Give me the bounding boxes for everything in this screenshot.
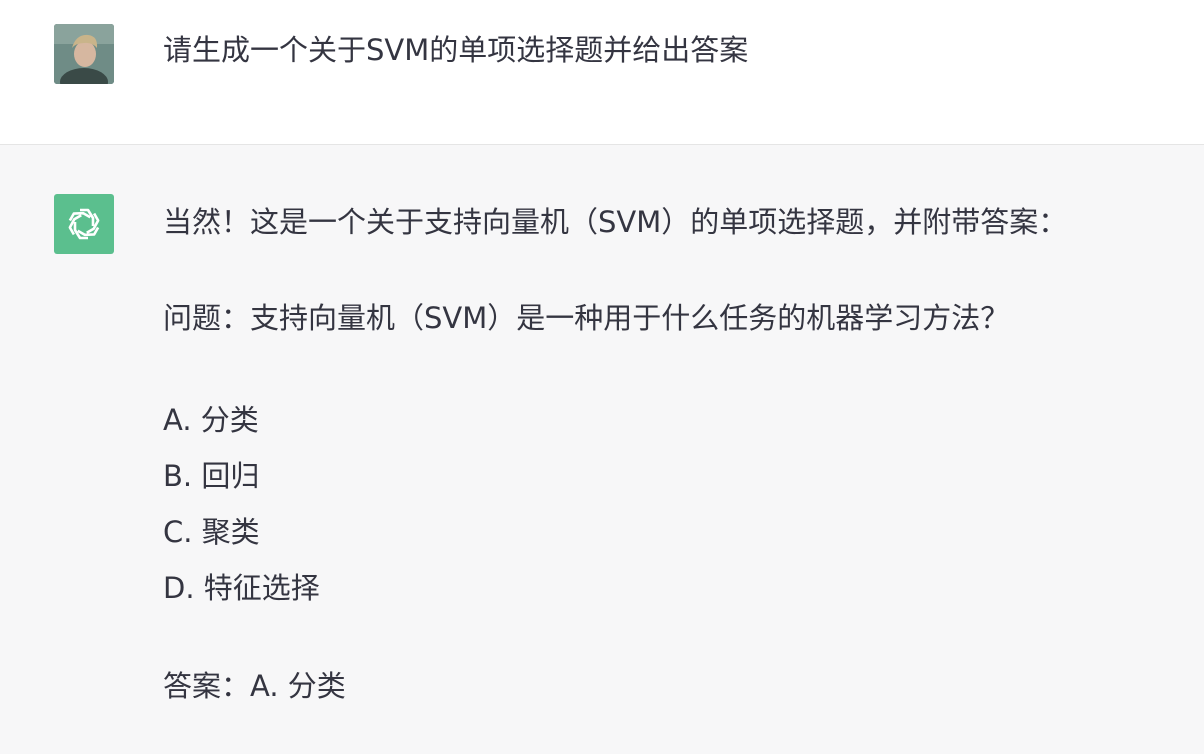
- assistant-avatar: [54, 194, 114, 254]
- assistant-message-row: 当然！这是一个关于支持向量机（SVM）的单项选择题，并附带答案： 问题：支持向量…: [0, 145, 1204, 754]
- user-message-text: 请生成一个关于SVM的单项选择题并给出答案: [163, 33, 749, 67]
- openai-logo-icon: [68, 208, 100, 240]
- assistant-intro-text: 当然！这是一个关于支持向量机（SVM）的单项选择题，并附带答案：: [163, 205, 1068, 239]
- option-list: A. 分类 B. 回归 C. 聚类 D. 特征选择: [163, 392, 1067, 616]
- user-message-row: 请生成一个关于SVM的单项选择题并给出答案: [0, 0, 1204, 145]
- option-c: C. 聚类: [163, 515, 260, 549]
- user-photo-icon: [54, 24, 114, 84]
- answer-text: 答案：A. 分类: [163, 669, 346, 703]
- option-d: D. 特征选择: [163, 571, 320, 605]
- option-a: A. 分类: [163, 403, 259, 437]
- assistant-message-body: 当然！这是一个关于支持向量机（SVM）的单项选择题，并附带答案： 问题：支持向量…: [163, 200, 1067, 708]
- user-avatar: [54, 24, 114, 84]
- question-text: 问题：支持向量机（SVM）是一种用于什么任务的机器学习方法？: [163, 301, 1010, 335]
- option-b: B. 回归: [163, 459, 260, 493]
